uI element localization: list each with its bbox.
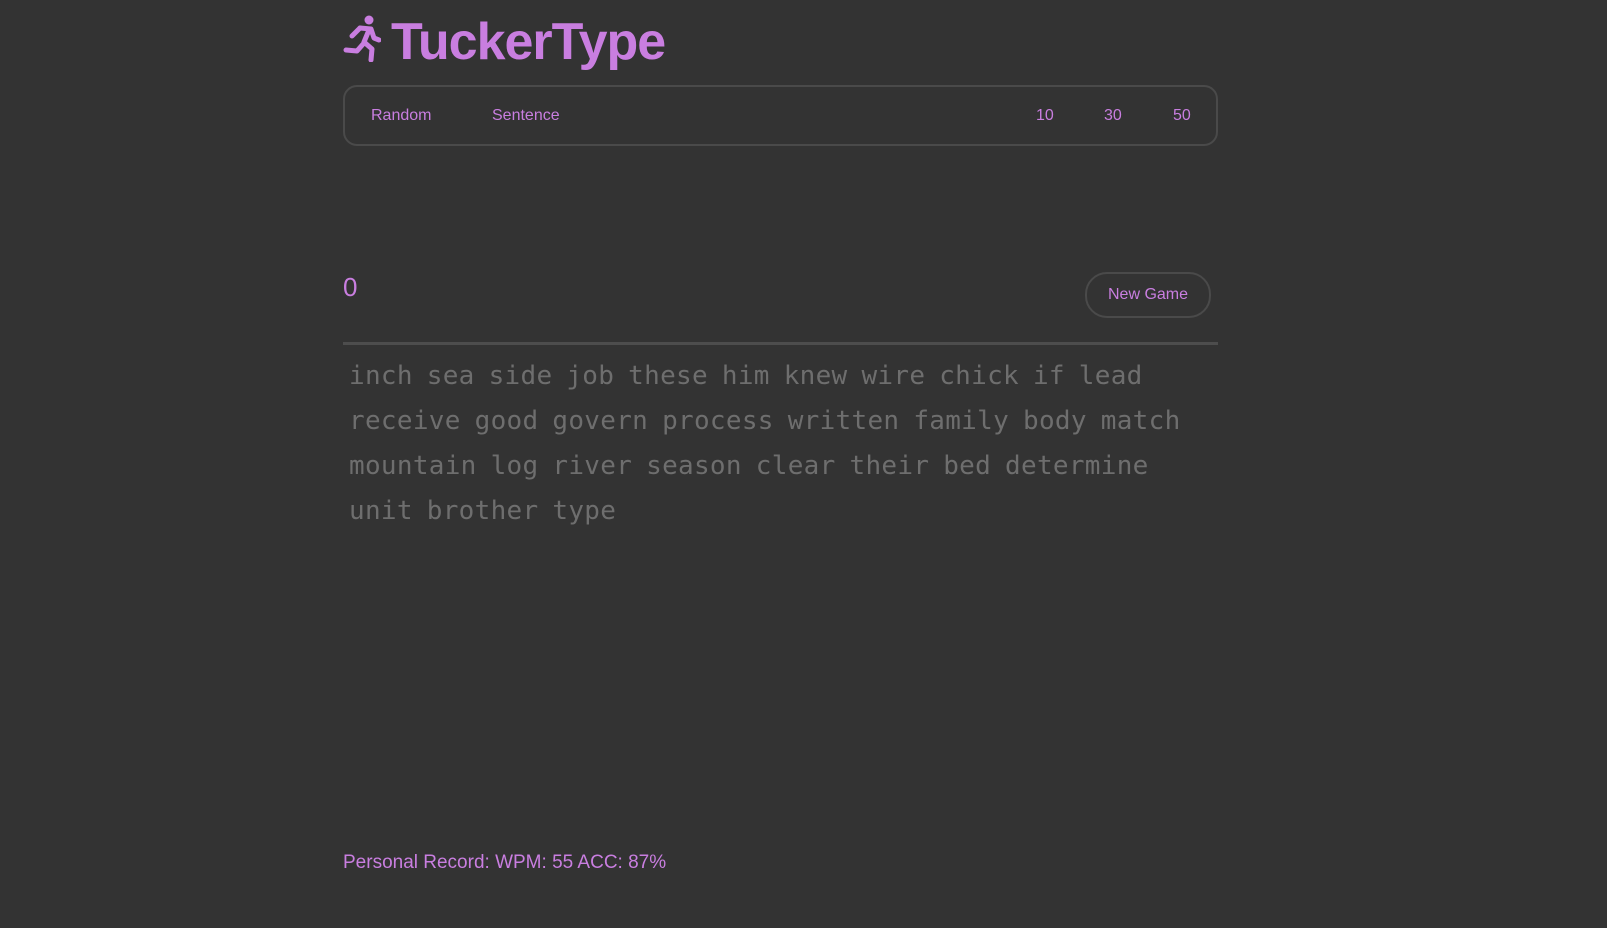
word-count-30-button[interactable]: 30 bbox=[1104, 87, 1122, 144]
typing-words-area[interactable]: inch sea side job these him knew wire ch… bbox=[349, 354, 1214, 534]
app-container: TuckerType Random Sentence 10 30 50 0 Ne… bbox=[343, 0, 1218, 928]
mode-sentence-button[interactable]: Sentence bbox=[492, 87, 560, 144]
word-counter: 0 bbox=[343, 272, 358, 302]
running-person-icon bbox=[343, 15, 381, 62]
new-game-button[interactable]: New Game bbox=[1085, 272, 1211, 318]
divider bbox=[343, 342, 1218, 345]
personal-record: Personal Record: WPM: 55 ACC: 87% bbox=[343, 852, 667, 873]
app-title: TuckerType bbox=[391, 13, 666, 71]
mode-random-button[interactable]: Random bbox=[371, 87, 431, 144]
word-count-10-button[interactable]: 10 bbox=[1036, 87, 1054, 144]
mode-toolbar: Random Sentence 10 30 50 bbox=[343, 85, 1218, 146]
app-header: TuckerType bbox=[343, 8, 666, 76]
word-count-50-button[interactable]: 50 bbox=[1173, 87, 1191, 144]
